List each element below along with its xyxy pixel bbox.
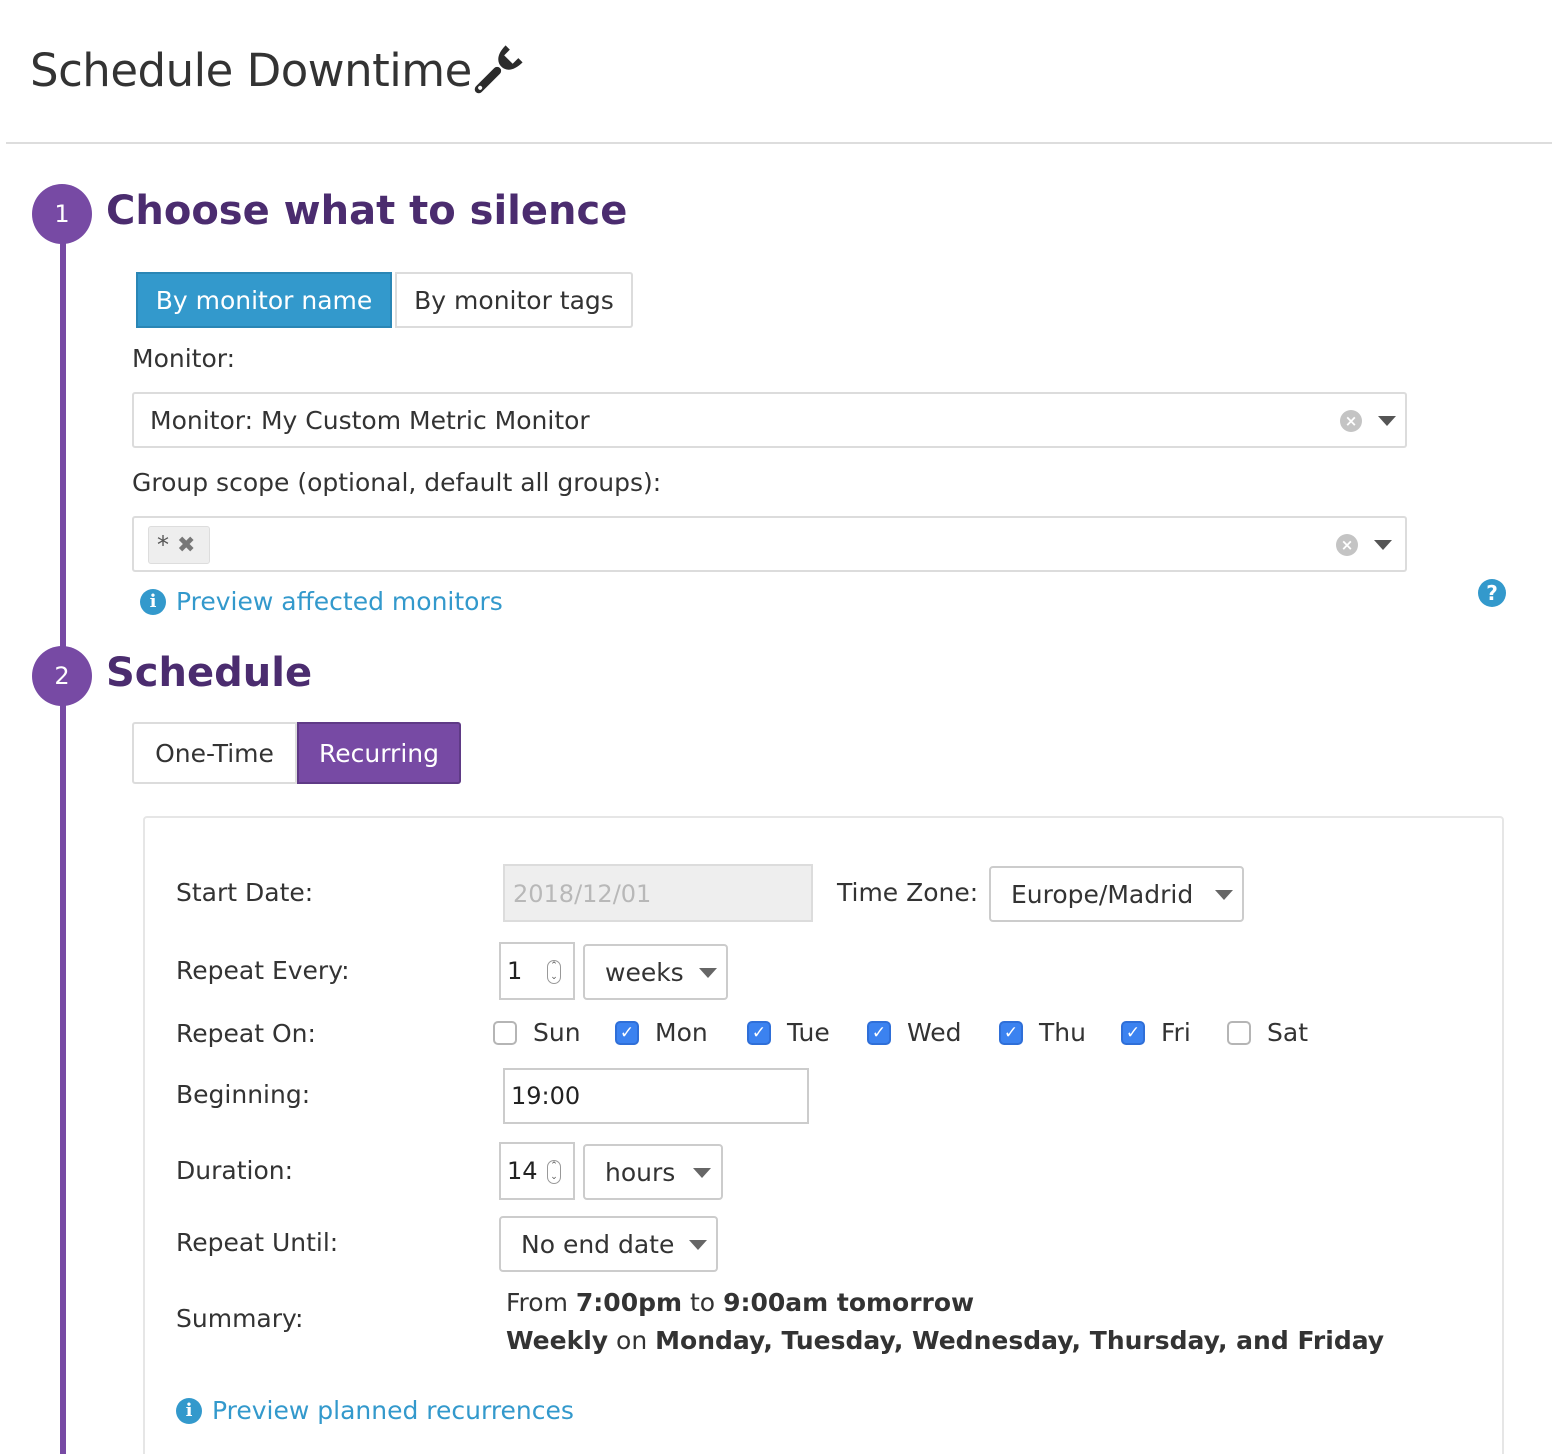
day-thu[interactable]: ✓ Thu — [999, 1018, 1086, 1047]
schedule-summary: From 7:00pm to 9:00am tomorrow Weekly on… — [506, 1284, 1384, 1360]
summary-frequency: Weekly — [506, 1326, 609, 1355]
remove-tag-icon[interactable]: ✖ — [177, 533, 195, 558]
start-date-input: 2018/12/01 — [503, 864, 813, 922]
day-wed-label: Wed — [907, 1018, 962, 1047]
clear-scope-icon[interactable]: × — [1336, 534, 1358, 556]
wrench-icon — [474, 45, 523, 94]
tab-by-monitor-name[interactable]: By monitor name — [136, 272, 392, 328]
timezone-select[interactable]: Europe/Madrid — [989, 866, 1244, 922]
summary-line-1: From 7:00pm to 9:00am tomorrow — [506, 1284, 1384, 1322]
duration-unit-select[interactable]: hours — [583, 1144, 723, 1200]
scope-tag-label: * — [157, 531, 169, 559]
help-icon[interactable]: ? — [1478, 579, 1506, 607]
repeat-every-label: Repeat Every: — [176, 956, 350, 985]
monitor-select-value: Monitor: My Custom Metric Monitor — [150, 406, 590, 435]
tab-by-monitor-tags[interactable]: By monitor tags — [395, 272, 633, 328]
repeat-every-unit-select[interactable]: weeks — [583, 944, 728, 1000]
step-2-title: Schedule — [106, 650, 313, 696]
timezone-value: Europe/Madrid — [1011, 880, 1194, 909]
day-sat[interactable]: Sat — [1227, 1018, 1308, 1047]
day-mon[interactable]: ✓ Mon — [615, 1018, 708, 1047]
clear-monitor-icon[interactable]: × — [1340, 410, 1362, 432]
day-mon-checkbox[interactable]: ✓ — [615, 1020, 639, 1045]
day-tue-label: Tue — [787, 1018, 830, 1047]
duration-label: Duration: — [176, 1156, 294, 1185]
summary-from: From — [506, 1288, 568, 1317]
info-icon: i — [140, 588, 166, 615]
summary-to: to — [690, 1288, 716, 1317]
preview-affected-monitors-label: Preview affected monitors — [176, 587, 503, 616]
preview-planned-recurrences-link[interactable]: i Preview planned recurrences — [176, 1396, 574, 1425]
beginning-label: Beginning: — [176, 1080, 311, 1109]
day-wed[interactable]: ✓ Wed — [867, 1018, 962, 1047]
info-icon: i — [176, 1397, 202, 1424]
tab-one-time[interactable]: One-Time — [132, 722, 297, 784]
day-sun-label: Sun — [533, 1018, 581, 1047]
duration-unit-caret-icon — [693, 1168, 711, 1178]
summary-line-2: Weekly on Monday, Tuesday, Wednesday, Th… — [506, 1322, 1384, 1360]
timezone-caret-icon — [1215, 890, 1233, 900]
summary-end-time: 9:00am tomorrow — [723, 1288, 975, 1317]
day-wed-checkbox[interactable]: ✓ — [867, 1020, 891, 1045]
day-tue[interactable]: ✓ Tue — [747, 1018, 830, 1047]
repeat-until-caret-icon — [689, 1240, 707, 1250]
silence-mode-toggle: By monitor name By monitor tags — [136, 272, 633, 328]
day-fri-checkbox[interactable]: ✓ — [1121, 1020, 1145, 1045]
summary-on: on — [616, 1326, 648, 1355]
header-divider — [6, 142, 1552, 144]
duration-stepper-icon[interactable]: ⌃ ⌄ — [547, 1160, 561, 1184]
repeat-until-value: No end date — [521, 1230, 675, 1259]
monitor-label: Monitor: — [132, 344, 236, 373]
tab-recurring[interactable]: Recurring — [297, 722, 461, 784]
repeat-every-number-input[interactable]: 1 ⌃ ⌄ — [499, 942, 575, 1000]
day-sat-checkbox[interactable] — [1227, 1020, 1251, 1045]
summary-days: Monday, Tuesday, Wednesday, Thursday, an… — [655, 1326, 1385, 1355]
step-1-badge: 1 — [32, 184, 92, 244]
monitor-select[interactable]: Monitor: My Custom Metric Monitor × — [132, 392, 1407, 448]
group-scope-select[interactable]: * ✖ × — [132, 516, 1407, 572]
repeat-on-label: Repeat On: — [176, 1019, 316, 1048]
preview-planned-recurrences-label: Preview planned recurrences — [212, 1396, 574, 1425]
number-stepper-icon[interactable]: ⌃ ⌄ — [547, 960, 561, 984]
repeat-unit-caret-icon — [699, 968, 717, 978]
day-tue-checkbox[interactable]: ✓ — [747, 1020, 771, 1045]
duration-number-input[interactable]: 14 ⌃ ⌄ — [499, 1142, 575, 1200]
repeat-until-select[interactable]: No end date — [499, 1216, 718, 1272]
day-fri[interactable]: ✓ Fri — [1121, 1018, 1191, 1047]
day-sun-checkbox[interactable] — [493, 1020, 517, 1045]
day-sun[interactable]: Sun — [493, 1018, 581, 1047]
day-sat-label: Sat — [1267, 1018, 1308, 1047]
preview-affected-monitors-link[interactable]: i Preview affected monitors — [140, 587, 503, 616]
repeat-every-unit: weeks — [605, 958, 684, 987]
summary-start-time: 7:00pm — [575, 1288, 683, 1317]
duration-number: 14 — [507, 1157, 538, 1185]
scope-tag: * ✖ — [148, 526, 210, 564]
group-scope-label: Group scope (optional, default all group… — [132, 468, 662, 497]
step-2-badge: 2 — [32, 646, 92, 706]
repeat-every-number: 1 — [507, 957, 523, 985]
day-mon-label: Mon — [655, 1018, 708, 1047]
page-title: Schedule Downtime — [30, 44, 472, 97]
timeline-line — [60, 214, 66, 1454]
step-1-title: Choose what to silence — [106, 188, 628, 234]
day-thu-label: Thu — [1039, 1018, 1086, 1047]
summary-label: Summary: — [176, 1304, 304, 1333]
duration-unit: hours — [605, 1158, 676, 1187]
day-fri-label: Fri — [1161, 1018, 1191, 1047]
repeat-until-label: Repeat Until: — [176, 1228, 339, 1257]
schedule-type-toggle: One-Time Recurring — [132, 722, 461, 784]
monitor-dropdown-caret-icon[interactable] — [1378, 416, 1396, 426]
scope-dropdown-caret-icon[interactable] — [1374, 540, 1392, 550]
beginning-time-input[interactable]: 19:00 — [503, 1068, 809, 1124]
timezone-label: Time Zone: — [837, 878, 979, 907]
start-date-label: Start Date: — [176, 878, 314, 907]
day-thu-checkbox[interactable]: ✓ — [999, 1020, 1023, 1045]
